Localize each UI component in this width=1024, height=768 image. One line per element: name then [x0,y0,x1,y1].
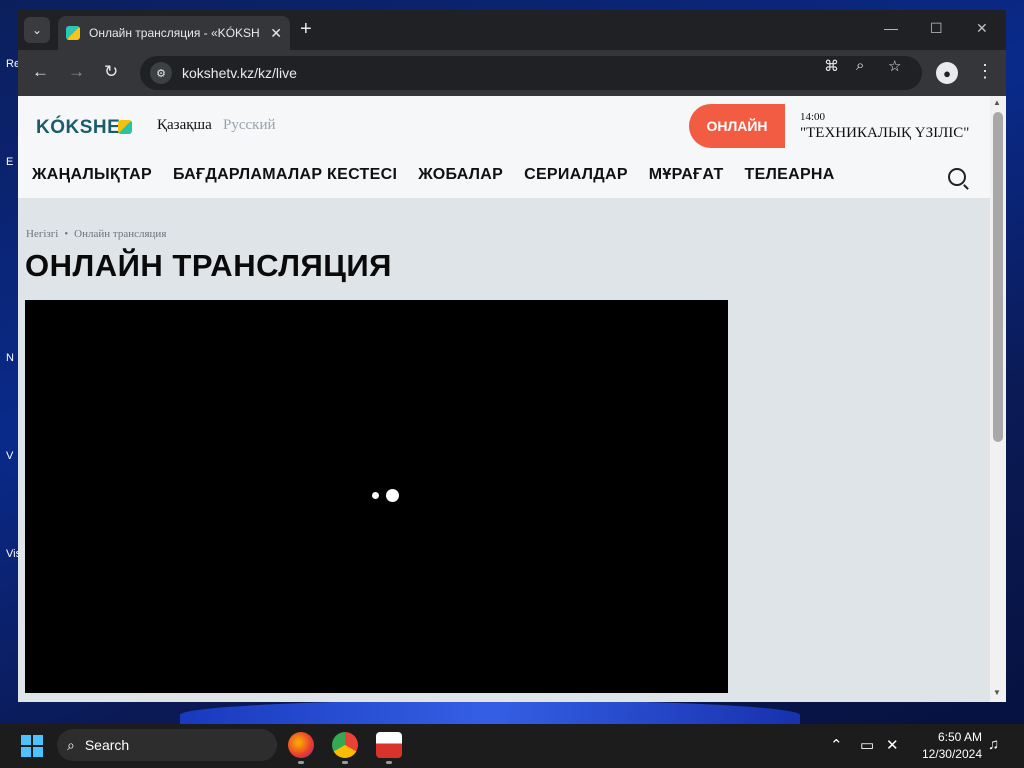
minimize-icon[interactable]: — [884,20,898,36]
browser-window: ⌄ Онлайн трансляция - «KÓKSHE ✕ + — ☐ ✕ … [18,10,1006,702]
app-icon[interactable] [376,732,402,758]
live-button[interactable]: ОНЛАЙН [689,104,785,148]
firefox-icon[interactable] [288,732,314,758]
taskbar-search[interactable]: ⌕ Search [57,729,277,761]
site-info-icon[interactable]: ⚙ [150,62,172,84]
tab-search-button[interactable]: ⌄ [24,17,50,43]
search-icon[interactable] [948,168,966,186]
nav-schedule[interactable]: БАҒДАРЛАМАЛАР КЕСТЕСІ [173,166,397,184]
breadcrumb-separator: • [64,228,69,240]
page-title: ОНЛАЙН ТРАНСЛЯЦИЯ [25,248,392,283]
maximize-icon[interactable]: ☐ [930,20,943,37]
notification-bell-icon[interactable]: ♫ [988,736,999,753]
site-favicon-icon [66,26,80,40]
page-viewport: KÓKSHE Қазақша Русский ОНЛАЙН 14:00 "ТЕХ… [18,96,1006,702]
bookmark-star-icon[interactable]: ☆ [888,57,901,75]
volume-muted-icon[interactable]: ✕ [886,736,899,754]
site-header: KÓKSHE Қазақша Русский ОНЛАЙН 14:00 "ТЕХ… [18,96,1006,198]
browser-menu-icon[interactable]: ⋮ [976,61,994,82]
translate-icon[interactable]: ⌘ [824,57,839,75]
nav-news[interactable]: ЖАҢАЛЫҚТАР [32,166,152,184]
browser-toolbar: ← → ↻ ⚙ kokshetv.kz/kz/live ⌘ ⌕ ☆ ● ⋮ [18,50,1006,96]
lang-russian[interactable]: Русский [223,117,276,134]
profile-avatar-icon[interactable]: ● [936,62,958,84]
breadcrumb-home[interactable]: Негізгі [26,228,58,240]
scroll-down-icon[interactable]: ▼ [993,688,1001,697]
windows-start-icon[interactable] [21,735,43,757]
tab-title: Онлайн трансляция - «KÓKSHE [89,26,259,40]
scroll-up-icon[interactable]: ▲ [993,98,1001,107]
desktop-icon-label[interactable]: N [6,352,14,364]
taskbar-search-label: Search [84,737,130,753]
nav-projects[interactable]: ЖОБАЛАР [418,166,503,184]
schedule-title: "ТЕХНИКАЛЫҚ ҮЗІЛІС" [800,125,970,141]
reload-icon[interactable]: ↻ [104,62,118,82]
zoom-icon[interactable]: ⌕ [856,57,864,74]
scroll-thumb[interactable] [993,112,1003,442]
app-running-indicator [386,761,392,764]
chevron-up-icon[interactable]: ⌃ [830,736,843,754]
tab-close-icon[interactable]: ✕ [270,25,282,42]
forward-arrow-icon[interactable]: → [68,62,85,82]
network-icon[interactable]: ▭ [860,736,874,754]
breadcrumb: Негізгі • Онлайн трансляция [26,228,166,240]
nav-series[interactable]: СЕРИАЛДАР [524,166,628,184]
url-text[interactable]: kokshetv.kz/kz/live [182,65,297,81]
page-scrollbar[interactable]: ▲ ▼ [990,96,1006,702]
system-clock[interactable]: 6:50 AM 12/30/2024 [914,729,982,763]
video-player[interactable] [25,300,728,693]
desktop-icon-label[interactable]: V [6,450,13,462]
tab-strip: ⌄ Онлайн трансляция - «KÓKSHE ✕ + — ☐ ✕ [18,10,1006,50]
tab-active[interactable]: Онлайн трансляция - «KÓKSHE ✕ [58,16,290,50]
clock-time: 6:50 AM [937,730,982,744]
address-bar[interactable]: ⚙ kokshetv.kz/kz/live [140,56,922,90]
schedule-time: 14:00 [800,111,826,123]
nav-archive[interactable]: МҰРАҒАТ [649,166,724,184]
app-running-indicator [342,761,348,764]
new-tab-button[interactable]: + [300,19,312,39]
logo-mark-icon [118,120,132,134]
loading-spinner-dot [386,489,399,502]
site-logo[interactable]: KÓKSHE [36,117,120,139]
taskbar: ⌕ Search ⌃ ▭ ✕ 6:50 AM 12/30/2024 ♫ [0,724,1024,768]
clock-date: 12/30/2024 [921,747,982,761]
lang-kazakh[interactable]: Қазақша [157,117,212,134]
search-icon: ⌕ [67,736,75,753]
close-window-icon[interactable]: ✕ [976,20,988,37]
app-running-indicator [298,761,304,764]
main-nav: ЖАҢАЛЫҚТАР БАҒДАРЛАМАЛАР КЕСТЕСІ ЖОБАЛАР… [32,166,856,184]
desktop-icon-label[interactable]: E [6,156,13,168]
loading-spinner-dot [372,492,379,499]
nav-channel[interactable]: ТЕЛЕАРНА [745,166,835,184]
back-arrow-icon[interactable]: ← [32,62,49,82]
breadcrumb-current: Онлайн трансляция [74,228,167,240]
chrome-icon[interactable] [332,732,358,758]
